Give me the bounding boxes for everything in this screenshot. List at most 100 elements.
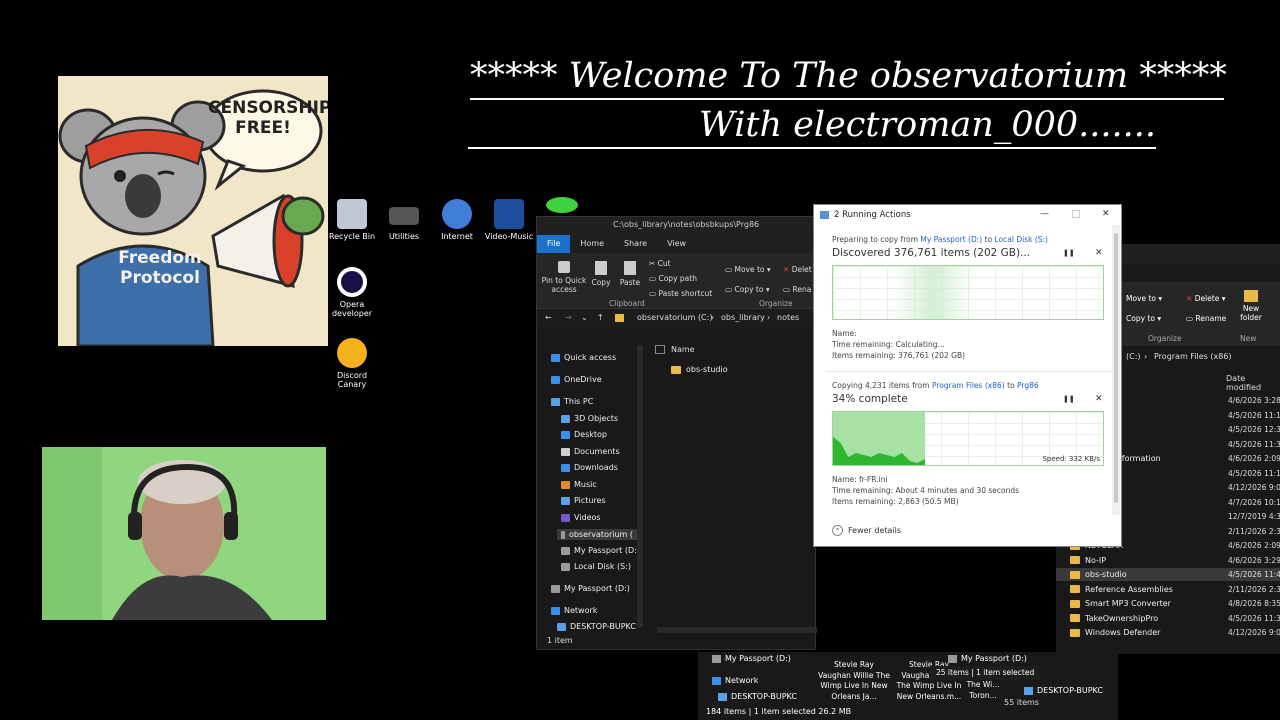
rename-button[interactable]: ▭ Rena <box>783 285 811 294</box>
desktop-icon-recycle-bin[interactable]: Recycle Bin <box>326 199 378 241</box>
pin-quick-access-button[interactable]: Pin to Quick access <box>541 261 587 294</box>
item-count: 1 item <box>547 636 573 645</box>
address-bar[interactable]: ← → ⌄ ↑ observatorium (C:) › obs_library… <box>537 309 815 329</box>
dropdown-chevron-icon[interactable]: ⌄ <box>581 313 588 322</box>
nav-my-passport[interactable]: My Passport (D:) <box>712 654 791 663</box>
nav-my-passport-root[interactable]: My Passport (D:) <box>551 584 630 593</box>
desktop-icon-utilities[interactable]: Utilities <box>378 199 430 241</box>
desktop-icon-discord[interactable]: Discord Canary <box>326 338 378 389</box>
breadcrumb-item[interactable]: obs_library <box>721 313 765 322</box>
tab-share[interactable]: Share <box>614 235 657 253</box>
nav-videos[interactable]: Videos <box>561 513 601 522</box>
op1-pause-button[interactable]: ❚❚ <box>1063 249 1075 257</box>
nav-my-passport-2[interactable]: My Passport (D:) <box>948 654 1027 663</box>
new-folder-button[interactable]: New folder <box>1232 290 1270 322</box>
cut-button[interactable]: ✂ Cut <box>649 259 671 268</box>
nav-documents[interactable]: Documents <box>561 447 620 456</box>
green-blob-icon[interactable] <box>546 197 578 213</box>
nav-music[interactable]: Music <box>561 480 597 489</box>
nav-observatorium-drive[interactable]: observatorium ( <box>557 529 637 540</box>
nav-network[interactable]: Network <box>712 676 758 685</box>
date-modified-cell: 4/6/2026 2:09 <box>1228 454 1280 463</box>
table-row[interactable]: TakeOwnershipPro 4/5/2026 11:3 <box>1056 612 1280 625</box>
file-explorer-window[interactable]: C:\obs_library\notes\obsbkups\Prg86 File… <box>536 216 817 650</box>
breadcrumb-item[interactable]: Program Files (x86) <box>1154 352 1232 361</box>
nav-label: Desktop <box>574 430 607 439</box>
breadcrumb-item[interactable]: observatorium (C:) <box>637 313 712 322</box>
item-count-3: 55 items <box>1004 698 1039 707</box>
op1-cancel-button[interactable]: ✕ <box>1095 248 1103 258</box>
paste-button[interactable]: Paste <box>617 261 643 287</box>
breadcrumb-item[interactable]: notes <box>777 313 799 322</box>
nav-quick-access[interactable]: Quick access <box>551 353 616 362</box>
organize-group-label: Organize <box>1148 334 1182 343</box>
nav-network[interactable]: Network <box>551 606 597 615</box>
table-row[interactable]: obs-studio 4/5/2026 11:4 <box>1056 568 1280 581</box>
op1-source-link[interactable]: My Passport (D:) <box>920 235 982 244</box>
dialog-scrollbar[interactable] <box>1112 225 1120 515</box>
scrollbar-thumb[interactable] <box>1114 233 1118 503</box>
nav-desktop-pc[interactable]: DESKTOP-BUPKC <box>557 622 636 631</box>
tab-home[interactable]: Home <box>570 235 614 253</box>
rename-button[interactable]: ▭ Rename <box>1186 314 1226 323</box>
table-row[interactable]: No-IP 4/6/2026 3:29 <box>1056 554 1280 567</box>
tab-view[interactable]: View <box>657 235 696 253</box>
running-actions-dialog[interactable]: 2 Running Actions — ✕ Preparing to copy … <box>813 204 1122 547</box>
file-explorer-window-3[interactable]: My Passport (D:) Network DESKTOP-BUPKC S… <box>698 652 1118 720</box>
rename-label: Rename <box>1195 314 1227 323</box>
fewer-details-button[interactable]: ⌃ Fewer details <box>832 525 901 536</box>
delete-button[interactable]: ✕ Delete ▾ <box>1186 294 1226 303</box>
drive-icon <box>551 584 560 593</box>
table-row[interactable]: Windows Defender 4/12/2026 9:0 <box>1056 626 1280 639</box>
column-header-date[interactable]: Date modified <box>1226 374 1280 392</box>
nav-downloads[interactable]: Downloads <box>561 463 618 472</box>
table-row[interactable]: Reference Assemblies 2/11/2026 2:3 <box>1056 583 1280 596</box>
move-to-button[interactable]: ▭ Move to ▾ <box>725 265 771 274</box>
nav-this-pc[interactable]: This PC <box>551 397 593 406</box>
date-modified-cell: 4/5/2026 11:1 <box>1228 468 1280 478</box>
nav-local-disk[interactable]: Local Disk (S:) <box>561 562 631 571</box>
select-all-checkbox[interactable] <box>655 345 665 354</box>
op2-source-link[interactable]: Program Files (x86) <box>932 381 1005 390</box>
ribbon-home: Pin to Quick access Copy Paste ✂ Cut ▭ C… <box>537 253 815 309</box>
breadcrumb-item[interactable]: (C:) <box>1126 352 1141 361</box>
tab-file[interactable]: File <box>537 235 571 253</box>
nav-my-passport[interactable]: My Passport (D:) <box>561 546 640 555</box>
paste-shortcut-button[interactable]: ▭ Paste shortcut <box>649 289 712 298</box>
op2-pause-button[interactable]: ❚❚ <box>1063 395 1075 403</box>
column-header-name[interactable]: Name <box>671 345 695 354</box>
op2-destination-link[interactable]: Prg86 <box>1017 381 1039 390</box>
move-to-button[interactable]: Move to ▾ <box>1126 294 1162 303</box>
op2-cancel-button[interactable]: ✕ <box>1095 394 1103 404</box>
video-thumbnail[interactable]: Stevie Ray Vaughan Willie The Wimp Live … <box>818 660 890 702</box>
nav-pictures[interactable]: Pictures <box>561 496 606 505</box>
up-arrow-icon[interactable]: ↑ <box>597 313 604 322</box>
close-dialog-button[interactable]: ✕ <box>1102 209 1110 219</box>
nav-desktop-pc[interactable]: DESKTOP-BUPKC <box>718 692 797 701</box>
desktop-icon-internet[interactable]: Internet <box>431 199 483 241</box>
minimize-button[interactable]: — <box>1040 209 1049 219</box>
nav-label: DESKTOP-BUPKC <box>731 692 797 701</box>
forward-arrow-icon[interactable]: → <box>565 313 572 322</box>
op1-destination-link[interactable]: Local Disk (S:) <box>995 235 1048 244</box>
nav-3d-objects[interactable]: 3D Objects <box>561 414 618 423</box>
back-arrow-icon[interactable]: ← <box>545 313 552 322</box>
nav-desktop[interactable]: Desktop <box>561 430 607 439</box>
nav-onedrive[interactable]: OneDrive <box>551 375 602 384</box>
copy-button[interactable]: Copy <box>589 261 613 287</box>
nav-scrollbar[interactable] <box>637 345 643 627</box>
copy-to-button[interactable]: Copy to ▾ <box>1126 314 1161 323</box>
copy-path-button[interactable]: ▭ Copy path <box>649 274 697 283</box>
desktop-icon-opera[interactable]: Opera developer <box>326 267 378 318</box>
copy-to-button[interactable]: ▭ Copy to ▾ <box>725 285 770 294</box>
computer-icon <box>551 397 560 406</box>
video-thumbnail[interactable]: The Wi... Toron... <box>966 680 1000 702</box>
file-name: Windows Defender <box>1085 628 1161 637</box>
maximize-button[interactable] <box>1072 210 1080 218</box>
nav-desktop-pc-2[interactable]: DESKTOP-BUPKC <box>1024 686 1103 695</box>
table-row[interactable]: Smart MP3 Converter 4/8/2026 8:35 <box>1056 597 1280 610</box>
list-item[interactable]: obs-studio <box>671 365 728 374</box>
desktop-icon-video-music[interactable]: Video-Music <box>483 199 535 241</box>
copy-label: Copy <box>591 278 611 287</box>
delete-button[interactable]: ✕ Delet <box>783 265 812 274</box>
